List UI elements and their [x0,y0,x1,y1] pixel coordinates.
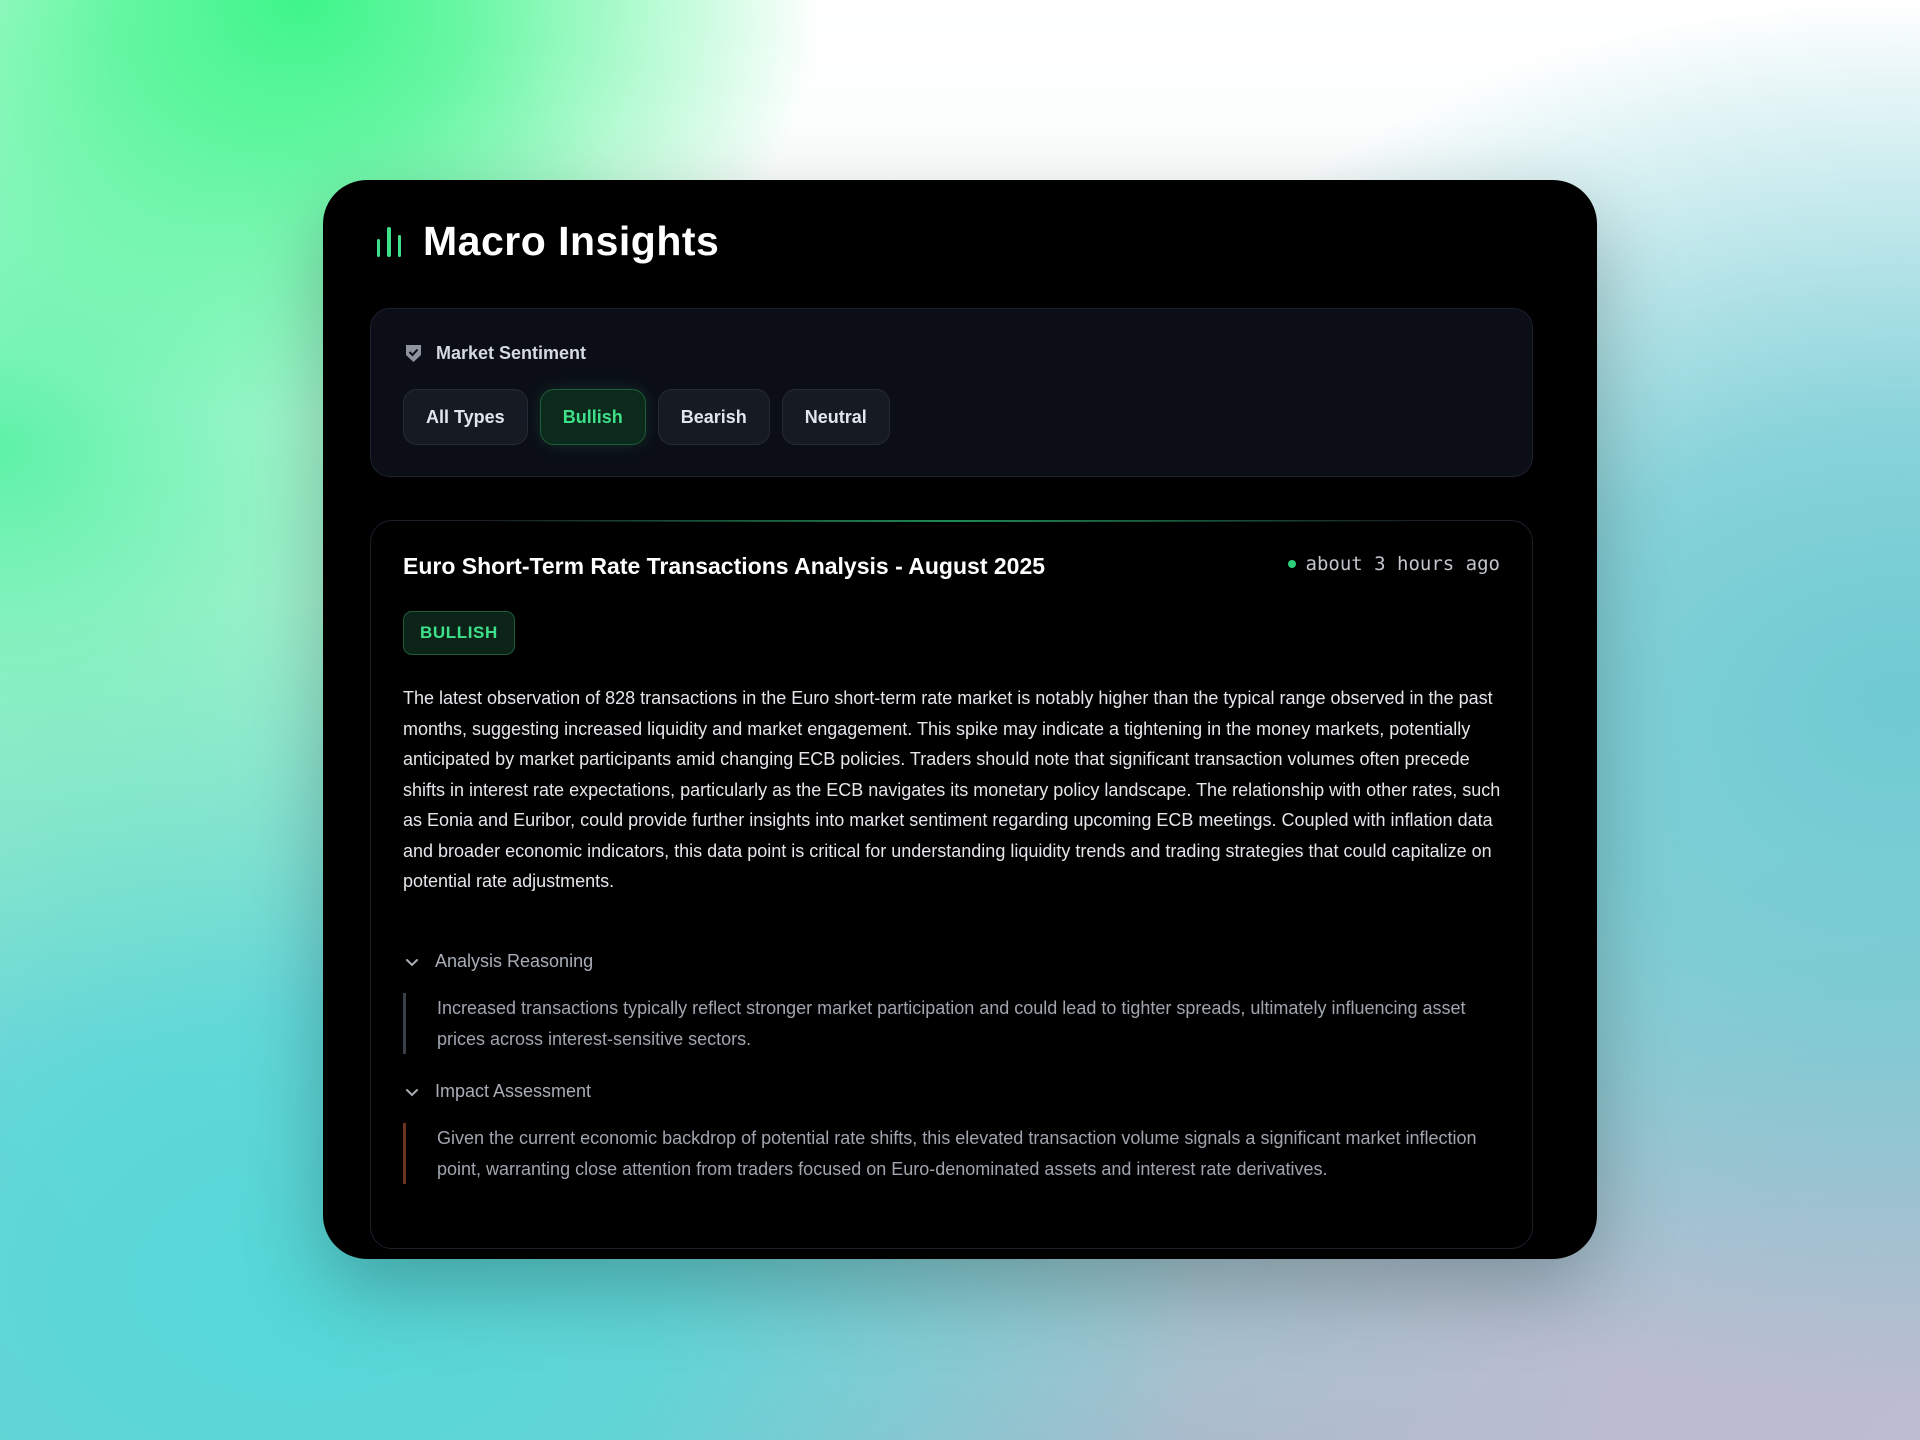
section-text: Increased transactions typically reflect… [437,998,1466,1049]
page-title: Macro Insights [423,218,720,264]
time-text: about 3 hours ago [1305,553,1500,575]
bar-chart-icon [377,226,401,257]
chip-bearish[interactable]: Bearish [657,389,770,445]
section-accent-bar [403,993,406,1054]
sentiment-filter: Market Sentiment All Types Bullish Beari… [370,308,1533,477]
card-accent-line [491,520,1412,522]
chevron-down-icon [406,1088,418,1096]
header: Macro Insights [377,218,719,265]
sentiment-badge: BULLISH [403,611,515,655]
shield-check-icon [406,345,421,362]
filter-label-text: Market Sentiment [436,343,587,363]
chevron-down-icon [406,958,418,966]
toggle-analysis-reasoning[interactable]: Analysis Reasoning [403,951,593,972]
insight-timestamp: about 3 hours ago [1287,553,1500,575]
chip-bullish[interactable]: Bullish [539,389,646,445]
section-text: Given the current economic backdrop of p… [437,1128,1477,1179]
section-label: Impact Assessment [435,1081,592,1101]
filter-label: Market Sentiment [405,343,586,364]
section-label: Analysis Reasoning [435,951,594,971]
section-accent-bar [403,1123,406,1184]
filter-chips: All Types Bullish Bearish Neutral [403,389,890,445]
chip-neutral[interactable]: Neutral [781,389,890,445]
insight-title: Euro Short-Term Rate Transactions Analys… [403,553,1046,579]
insights-panel: Macro Insights Market Sentiment All Type… [323,180,1597,1259]
analysis-reasoning-body: Increased transactions typically reflect… [403,993,1503,1054]
status-dot-icon [1287,560,1296,568]
chip-all-types[interactable]: All Types [403,389,528,445]
insight-card: Euro Short-Term Rate Transactions Analys… [370,520,1533,1249]
insight-summary: The latest observation of 828 transactio… [403,688,1501,891]
toggle-impact-assessment[interactable]: Impact Assessment [403,1081,591,1102]
impact-assessment-body: Given the current economic backdrop of p… [403,1123,1503,1184]
